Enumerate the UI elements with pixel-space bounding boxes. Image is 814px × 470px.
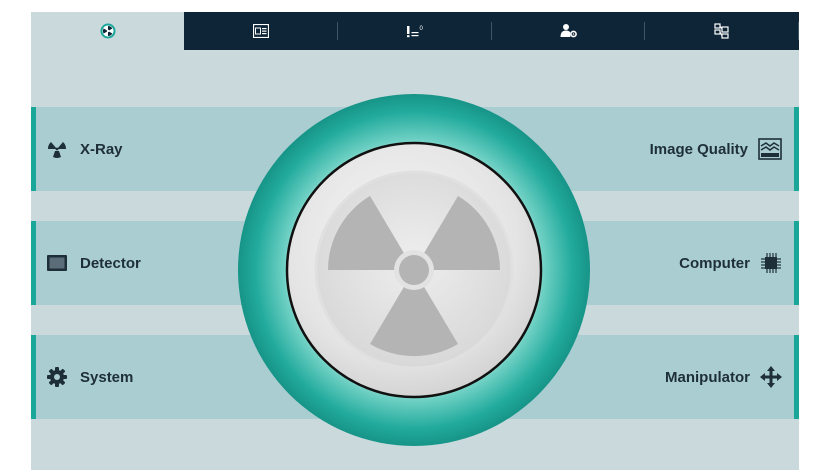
xray-control-screen: 0 X-Ray Detector System Image Quality Co… [31,12,799,470]
radiation-small-icon [46,140,68,158]
tab-user-settings[interactable] [492,12,645,50]
radiation-icon [100,23,116,39]
tab-image-document[interactable] [184,12,338,50]
tab-radiation[interactable] [31,12,184,50]
top-tab-bar: 0 [31,12,799,50]
menu-item-detector-label: Detector [80,254,141,272]
image-quality-icon [758,138,782,160]
cpu-chip-icon [760,252,782,274]
menu-item-image-quality-label: Image Quality [649,140,748,158]
parameter-list-icon: 0 [406,24,424,38]
menu-item-xray-label: X-Ray [80,140,123,158]
network-diagram-icon [714,23,730,39]
detector-panel-icon [46,254,68,272]
user-settings-icon [560,23,578,39]
tab-network[interactable] [645,12,799,50]
move-arrows-icon [760,366,782,388]
menu-item-manipulator-label: Manipulator [665,368,750,386]
tab-parameters[interactable]: 0 [338,12,492,50]
gear-icon [46,366,68,388]
menu-item-computer-label: Computer [679,254,750,272]
image-document-icon [253,24,269,38]
radiation-start-button[interactable] [236,92,592,448]
svg-text:0: 0 [420,26,424,32]
menu-item-system-label: System [80,368,134,386]
